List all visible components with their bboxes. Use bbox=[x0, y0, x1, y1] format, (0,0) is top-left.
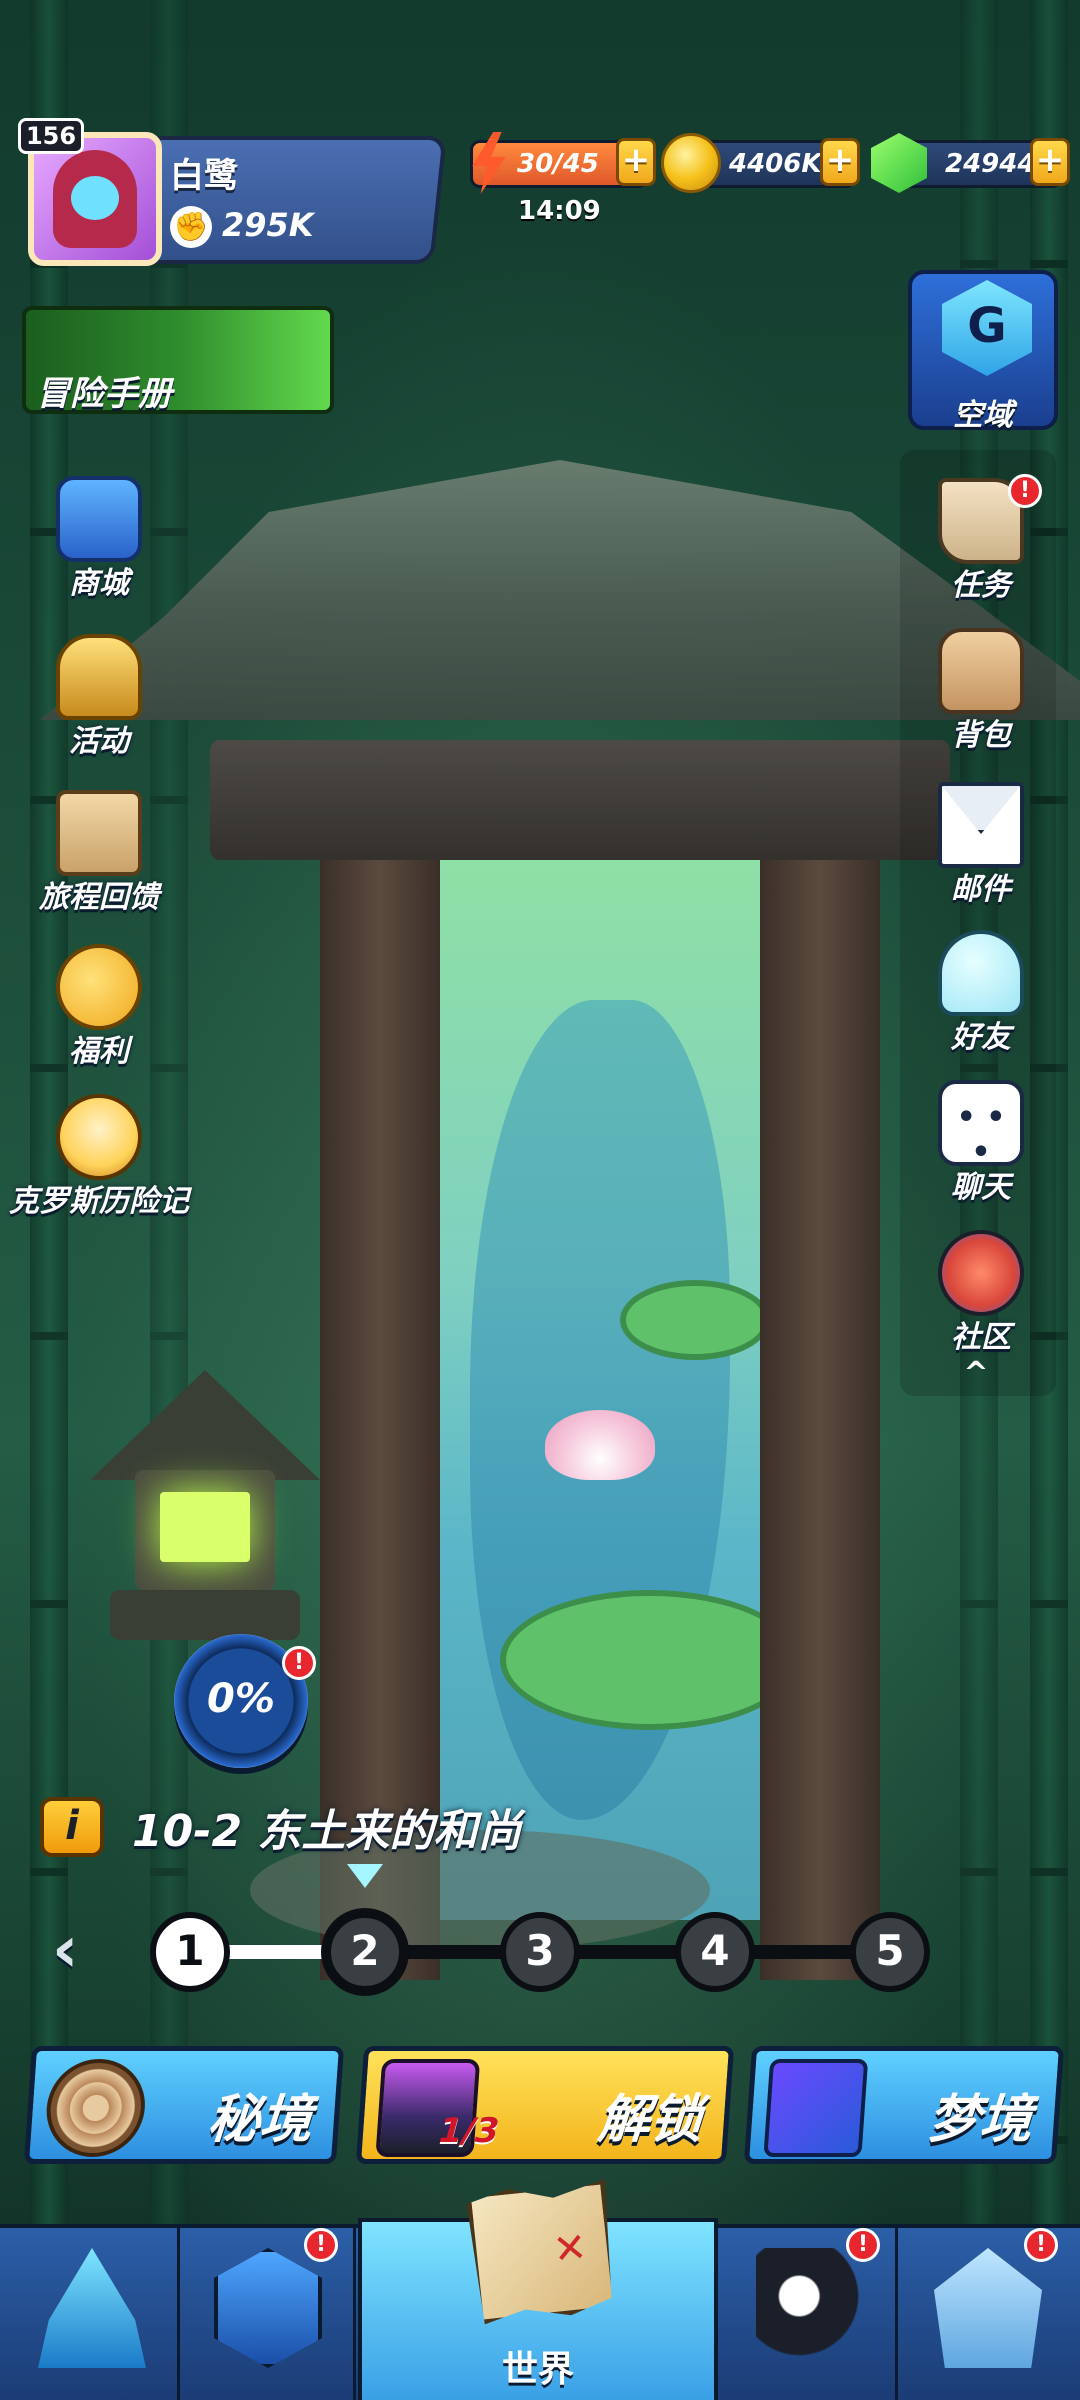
stage-node-5[interactable]: 5 bbox=[850, 1912, 930, 1992]
treasure-pile-icon bbox=[56, 634, 142, 720]
chat-label: 聊天 bbox=[951, 1170, 1011, 1205]
nav-tab-rift[interactable] bbox=[4, 2228, 180, 2400]
chapter-progress-bubble[interactable]: 0% ! bbox=[174, 1634, 316, 1768]
collapse-menu-arrow[interactable]: ^ bbox=[952, 1356, 1000, 1391]
stage-title: 10-2 东土来的和尚 bbox=[132, 1806, 522, 1857]
treasure-chest-icon bbox=[56, 476, 142, 562]
envelope-icon bbox=[938, 782, 1024, 868]
world-label: 世界 bbox=[501, 2349, 574, 2390]
gate-pillar-right bbox=[760, 790, 880, 1980]
stage-node-3[interactable]: 3 bbox=[500, 1912, 580, 1992]
green-gem-icon bbox=[868, 128, 930, 198]
current-stage-pointer bbox=[347, 1864, 383, 1888]
nav-tab-heroes[interactable]: ! bbox=[722, 2228, 898, 2400]
stage-progress-track: 1 2 3 4 5 bbox=[150, 1864, 930, 1992]
cross-adventure-label: 克罗斯历险记 bbox=[9, 1184, 189, 1219]
stage-title-row: i 10-2 东土来的和尚 bbox=[40, 1792, 521, 1862]
cross-adventure-button[interactable]: 克罗斯历险记 bbox=[9, 1094, 189, 1234]
lotus-flower bbox=[545, 1410, 655, 1480]
friends-ghost-icon bbox=[938, 930, 1024, 1016]
energy-timer: 14:09 bbox=[518, 196, 601, 226]
stage-node-4[interactable]: 4 bbox=[675, 1912, 755, 1992]
base-building-icon bbox=[934, 2248, 1042, 2368]
upgrade-alert-badge: ! bbox=[304, 2228, 338, 2262]
chapter-progress-percent: 0% bbox=[207, 1676, 275, 1722]
energy-bolt-icon bbox=[458, 128, 520, 198]
scroll-list-icon bbox=[56, 790, 142, 876]
power-fist-icon: ✊ bbox=[170, 206, 212, 248]
hero-character-icon bbox=[756, 2248, 864, 2368]
shop-button[interactable]: 商城 bbox=[14, 476, 184, 616]
gold-coin-icon bbox=[660, 128, 722, 198]
events-label: 活动 bbox=[69, 724, 129, 759]
gate-beam bbox=[210, 740, 950, 860]
unlock-label: 解锁 bbox=[595, 2090, 705, 2150]
lily-pad bbox=[620, 1280, 770, 1360]
dreamland-label: 梦境 bbox=[925, 2090, 1035, 2150]
backpack-label: 背包 bbox=[951, 718, 1011, 753]
backpack-icon bbox=[938, 628, 1024, 714]
welfare-button[interactable]: 福利 bbox=[14, 944, 184, 1084]
stage-node-2[interactable]: 2 bbox=[325, 1912, 405, 1992]
nav-tab-base[interactable]: ! bbox=[900, 2228, 1076, 2400]
unlock-button[interactable]: 1/3 解锁 bbox=[355, 2046, 735, 2164]
previous-chapter-arrow[interactable]: ‹ bbox=[52, 1918, 102, 1988]
add-energy-button[interactable]: + bbox=[616, 138, 656, 186]
rift-crystal-icon bbox=[38, 2248, 146, 2368]
adventure-handbook-label: 冒险手册 bbox=[36, 374, 172, 414]
community-button[interactable]: 社区 bbox=[896, 1230, 1066, 1370]
nav-tab-upgrade[interactable]: ! bbox=[180, 2228, 356, 2400]
backpack-button[interactable]: 背包 bbox=[896, 628, 1066, 768]
secret-realm-button[interactable]: 秘境 bbox=[23, 2046, 345, 2164]
player-level-badge: 156 bbox=[18, 118, 84, 154]
journey-rewards-button[interactable]: 旅程回馈 bbox=[14, 790, 184, 930]
mail-button[interactable]: 邮件 bbox=[896, 782, 1066, 922]
shop-label: 商城 bbox=[69, 566, 129, 601]
player-name: 白鹭 bbox=[170, 156, 238, 196]
community-label: 社区 bbox=[951, 1320, 1011, 1355]
stage-info-button[interactable]: i bbox=[40, 1797, 104, 1857]
lily-pad bbox=[500, 1590, 800, 1730]
piggy-bank-icon bbox=[56, 944, 142, 1030]
welfare-label: 福利 bbox=[69, 1034, 129, 1069]
dreamland-button[interactable]: 梦境 bbox=[743, 2046, 1065, 2164]
events-button[interactable]: 活动 bbox=[14, 634, 184, 774]
quests-label: 任务 bbox=[951, 568, 1011, 603]
chat-bubble-icon bbox=[938, 1080, 1024, 1170]
upgrade-emblem-icon bbox=[214, 2248, 322, 2368]
quests-alert-badge: ! bbox=[1008, 474, 1042, 508]
friends-button[interactable]: 好友 bbox=[896, 930, 1066, 1070]
chat-button[interactable]: 聊天 bbox=[896, 1080, 1066, 1220]
unlock-count: 1/3 bbox=[437, 2111, 501, 2151]
secret-realm-label: 秘境 bbox=[205, 2090, 315, 2150]
treasure-map-icon bbox=[465, 2179, 618, 2325]
quests-button[interactable]: 任务 ! bbox=[896, 474, 1066, 618]
add-gem-button[interactable]: + bbox=[1030, 138, 1070, 186]
heroes-alert-badge: ! bbox=[846, 2228, 880, 2262]
player-power: 295K bbox=[222, 206, 314, 244]
base-alert-badge: ! bbox=[1024, 2228, 1058, 2262]
dartboard-icon bbox=[43, 2059, 149, 2157]
journey-rewards-label: 旅程回馈 bbox=[39, 880, 159, 915]
friends-label: 好友 bbox=[951, 1020, 1011, 1055]
community-icon bbox=[938, 1230, 1024, 1316]
airspace-emblem-icon bbox=[942, 280, 1032, 376]
progress-alert-badge: ! bbox=[282, 1646, 316, 1680]
stone-lantern bbox=[90, 1370, 320, 1670]
stage-node-1[interactable]: 1 bbox=[150, 1912, 230, 1992]
airspace-label: 空域 bbox=[953, 398, 1013, 433]
add-gold-button[interactable]: + bbox=[820, 138, 860, 186]
character-portrait-icon bbox=[56, 1094, 142, 1180]
mail-label: 邮件 bbox=[951, 872, 1011, 907]
cards-icon bbox=[763, 2059, 869, 2157]
